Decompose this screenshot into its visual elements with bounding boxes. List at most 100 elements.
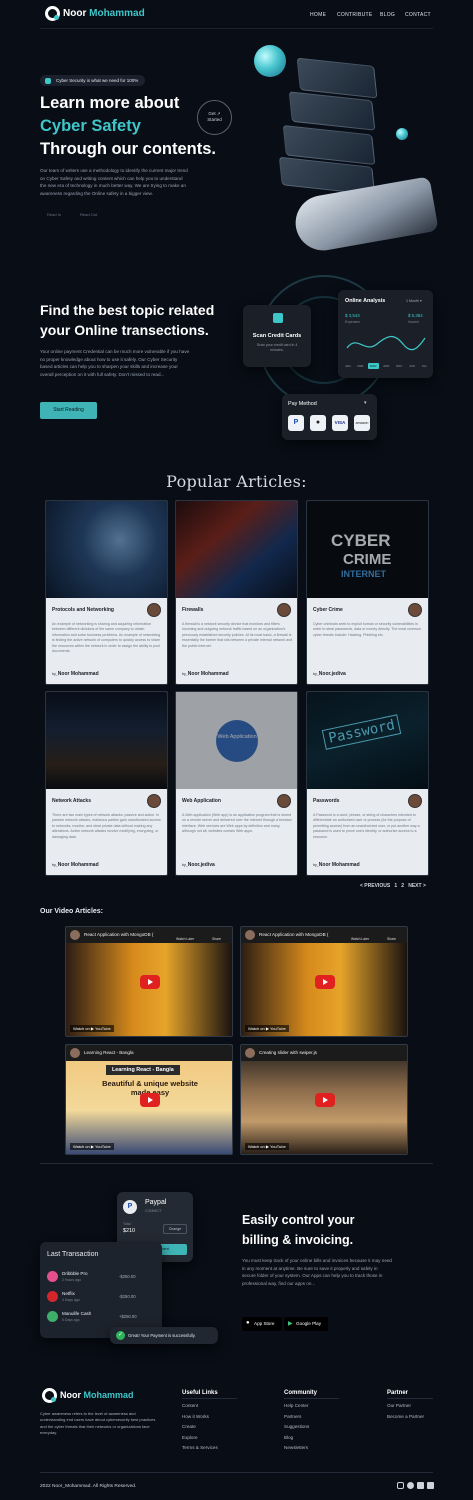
watch-later-button[interactable]: Watch Later <box>351 937 369 941</box>
read-out-link[interactable]: Read Out <box>80 212 97 217</box>
author-avatar <box>408 603 422 617</box>
month-tab-mar[interactable]: MAR <box>367 363 379 369</box>
article-excerpt: A firewall is a network security device … <box>182 622 293 648</box>
footer-link[interactable]: Terms & Services <box>182 1445 218 1450</box>
transaction-name: Manulife Cash <box>62 1311 92 1316</box>
video-title[interactable]: Learning React - Bangla <box>84 1050 134 1055</box>
article-author: by_Noor.jediva <box>182 862 215 868</box>
amazon-pay-icon[interactable]: amazon <box>354 415 370 431</box>
watch-on-youtube[interactable]: Watch on ▶ YouTube <box>245 1143 289 1150</box>
footer-link[interactable]: Our Partner <box>387 1403 424 1408</box>
nav-home[interactable]: HOME <box>310 12 326 18</box>
article-title[interactable]: Cyber Crime <box>313 607 343 613</box>
article-image <box>46 501 167 598</box>
video-embed[interactable]: React Application with MongoDB ( Watch La… <box>65 926 233 1037</box>
footer-link[interactable]: Help Center <box>284 1403 309 1408</box>
footer-underline <box>387 1398 433 1399</box>
transaction-row[interactable]: Dribbble Pro 2 Hours ago -$250.00 <box>47 1269 155 1285</box>
paypal-icon[interactable]: P <box>288 415 304 431</box>
merchant-icon <box>47 1291 58 1302</box>
month-tab-may[interactable]: MAY <box>394 363 404 369</box>
analysis-card: Online Analysis 1 Month ▾ $ 3,543 Expens… <box>338 290 433 378</box>
video-title[interactable]: Creating slider with swiper.js <box>259 1050 317 1055</box>
video-title[interactable]: React Application with MongoDB ( <box>84 932 153 937</box>
page-1-link[interactable]: 1 <box>394 883 397 889</box>
footer-link[interactable]: Create <box>182 1424 218 1429</box>
footer-link[interactable]: Newsletters <box>284 1445 309 1450</box>
get-started-button[interactable]: Get ↗ Started <box>197 100 232 135</box>
article-title[interactable]: Network Attacks <box>52 798 91 804</box>
video-banner: Learning React - Bangla <box>106 1065 180 1075</box>
hero-pill: Cyber Security is what we need for 100% <box>40 75 146 86</box>
nav-contribute[interactable]: CONTRIBUTE <box>337 12 373 18</box>
footer-link[interactable]: Suggestions <box>284 1424 309 1429</box>
footer-underline <box>284 1398 339 1399</box>
instagram-icon[interactable] <box>397 1482 404 1489</box>
linkedin-icon[interactable] <box>427 1482 434 1489</box>
month-tab-jun[interactable]: JUN <box>407 363 417 369</box>
youtube-play-icon[interactable] <box>315 975 335 989</box>
article-title[interactable]: Passwords <box>313 798 339 804</box>
article-card[interactable]: Password Passwords A Password is a word, p… <box>306 691 429 876</box>
footer-logo-icon <box>42 1388 57 1403</box>
apple-pay-icon[interactable]: ● <box>310 415 326 431</box>
article-card[interactable]: Web Application Web Application A Web appl… <box>175 691 298 876</box>
transaction-amount: -$250.00 <box>119 1274 136 1279</box>
youtube-play-icon[interactable] <box>315 1093 335 1107</box>
transaction-time: 5 Days ago <box>62 1318 80 1322</box>
billing-description: You must keep track of your online bills… <box>242 1258 392 1286</box>
app-store-button[interactable]: ● App Store <box>242 1317 282 1331</box>
footer-link[interactable]: Partners <box>284 1414 309 1419</box>
month-tab-feb[interactable]: FEB <box>355 363 365 369</box>
video-embed[interactable]: Creating slider with swiper.js Watch on ▶… <box>240 1044 408 1155</box>
share-button[interactable]: Share <box>387 937 396 941</box>
visa-icon[interactable]: VISA <box>332 415 348 431</box>
article-title[interactable]: Protocols and Networking <box>52 607 114 613</box>
transaction-row[interactable]: Manulife Cash 5 Days ago +$250.00 <box>47 1309 155 1325</box>
watch-later-button[interactable]: Watch Later <box>176 937 194 941</box>
article-card[interactable]: CYBER CRIME INTERNET Cyber Crime Cyber crimi… <box>306 500 429 685</box>
watch-on-youtube[interactable]: Watch on ▶ YouTube <box>245 1025 289 1032</box>
footer-link[interactable]: Explore <box>182 1435 218 1440</box>
article-card[interactable]: Firewalls A firewall is a network securit… <box>175 500 298 685</box>
article-title[interactable]: Firewalls <box>182 607 203 613</box>
hero-title: Learn more about Cyber Safety Through ou… <box>40 94 216 158</box>
video-embed[interactable]: React Application with MongoDB ( Watch La… <box>240 926 408 1037</box>
footer-link[interactable]: How it Works <box>182 1414 218 1419</box>
month-tab-apr[interactable]: APR <box>381 363 391 369</box>
youtube-play-icon[interactable] <box>140 975 160 989</box>
period-dropdown[interactable]: 1 Month ▾ <box>406 299 422 303</box>
footer-link[interactable]: Become a Partner <box>387 1414 424 1419</box>
footer-brand[interactable]: Noor Mohammad <box>60 1390 134 1400</box>
youtube-play-icon[interactable] <box>140 1093 160 1107</box>
footer-link[interactable]: Blog <box>284 1435 309 1440</box>
prev-page-link[interactable]: < PREVIOUS <box>360 883 390 889</box>
month-tab-jan[interactable]: JAN <box>343 363 353 369</box>
video-embed[interactable]: Learning React - Bangla Learning React - … <box>65 1044 233 1155</box>
transaction-row[interactable]: Netflix 4 Days ago -$250.00 <box>47 1289 155 1305</box>
month-tab-jul[interactable]: JUL <box>420 363 429 369</box>
google-play-button[interactable]: ▶ Google Play <box>284 1317 328 1331</box>
read-in-link[interactable]: Read In <box>47 212 61 217</box>
topic-title: Find the best topic related your Online … <box>40 302 215 338</box>
article-title[interactable]: Web Application <box>182 798 221 804</box>
page-2-link[interactable]: 2 <box>401 883 404 889</box>
nav-contact[interactable]: CONTACT <box>405 12 431 18</box>
share-button[interactable]: Share <box>212 937 221 941</box>
brand-logo[interactable]: Noor Mohammad <box>63 8 145 19</box>
chevron-down-icon[interactable]: ▾ <box>364 400 367 406</box>
article-card[interactable]: Network Attacks There are two main types … <box>45 691 168 876</box>
twitter-icon[interactable] <box>417 1482 424 1489</box>
watch-on-youtube[interactable]: Watch on ▶ YouTube <box>70 1143 114 1150</box>
video-title[interactable]: React Application with MongoDB ( <box>259 932 328 937</box>
footer-link[interactable]: Content <box>182 1403 218 1408</box>
watch-on-youtube[interactable]: Watch on ▶ YouTube <box>70 1025 114 1032</box>
footer-community-links: Help Center Partners Suggestions Blog Newsle… <box>284 1403 309 1456</box>
facebook-icon[interactable] <box>407 1482 414 1489</box>
article-card[interactable]: Protocols and Networking An example of ne… <box>45 500 168 685</box>
start-reading-button[interactable]: Start Reading <box>40 402 97 419</box>
change-button[interactable]: Change <box>163 1224 187 1234</box>
nav-blog[interactable]: BLOG <box>380 12 395 18</box>
popular-articles-heading: Popular Articles: <box>166 472 307 491</box>
next-page-link[interactable]: NEXT > <box>408 883 426 889</box>
